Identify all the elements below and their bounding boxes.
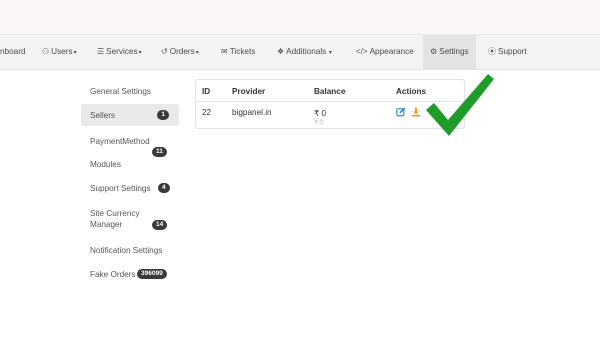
nav-appearance-label: Appearance — [369, 47, 414, 56]
support-icon: ⦿ — [488, 47, 496, 56]
count-badge: 14 — [152, 220, 168, 230]
nav-services[interactable]: ☰ Services▾ — [97, 35, 142, 69]
caret-down-icon: ▾ — [138, 50, 142, 56]
caret-down-icon: ▾ — [73, 50, 77, 56]
nav-appearance[interactable]: </> Appearance — [356, 35, 414, 69]
sidebar-item-label: Notification Settings — [90, 246, 163, 255]
sidebar-item-label-line1: Site Currency — [90, 209, 140, 218]
top-navbar: nboard ⚇ Users▾ ☰ Services▾ ↺ Orders▾ ✉ Tick… — [0, 34, 600, 70]
sidebar-item-notification-settings[interactable]: Notification Settings — [81, 245, 179, 256]
nav-dashboard[interactable]: nboard — [0, 35, 26, 69]
top-banner — [0, 0, 600, 34]
sidebar-item-support-settings[interactable]: Support Settings 4 — [81, 183, 179, 194]
additionals-icon: ❖ — [277, 47, 285, 56]
cell-balance-sub: ₹ 0 — [314, 120, 323, 126]
gear-icon: ⚙ — [430, 47, 438, 56]
nav-additionals-label: Additionals — [286, 47, 327, 56]
sidebar-item-modules[interactable]: Modules — [81, 159, 179, 170]
download-icon[interactable] — [411, 107, 421, 117]
sidebar-item-fake-orders[interactable]: Fake Orders 396099 — [81, 269, 179, 280]
users-icon: ⚇ — [42, 47, 50, 56]
caret-down-icon: ▾ — [327, 50, 332, 56]
sidebar-item-label: Sellers — [90, 111, 116, 120]
cell-balance: ₹ 0 — [314, 109, 327, 118]
nav-dashboard-label: nboard — [0, 47, 26, 56]
count-badge: 1 — [157, 110, 169, 120]
sidebar-item-label: Modules — [90, 160, 121, 169]
nav-orders-label: Orders — [169, 47, 195, 56]
nav-support-label: Support — [498, 47, 527, 56]
count-badge: 4 — [158, 183, 170, 193]
sidebar-item-sellers[interactable]: Sellers 1 — [81, 104, 179, 126]
nav-tickets[interactable]: ✉ Tickets — [221, 35, 255, 69]
sidebar-item-label: General Settings — [90, 87, 151, 96]
nav-users-label: Users — [51, 47, 73, 56]
cell-id: 22 — [202, 108, 212, 117]
caret-down-icon: ▾ — [195, 50, 199, 56]
nav-services-label: Services — [106, 47, 138, 56]
nav-settings-label: Settings — [439, 47, 469, 56]
cell-provider: bigpanel.in — [232, 108, 272, 117]
count-badge: 396099 — [137, 269, 167, 279]
sidebar-item-label: Support Settings — [90, 184, 151, 193]
col-header-actions: Actions — [396, 87, 427, 96]
sidebar-item-general-settings[interactable]: General Settings — [81, 86, 179, 97]
sidebar-item-label: Fake Orders — [90, 270, 136, 279]
col-header-id: ID — [202, 87, 211, 96]
nav-orders[interactable]: ↺ Orders▾ — [161, 35, 199, 69]
count-badge: 11 — [152, 147, 167, 157]
edit-icon[interactable] — [396, 107, 406, 117]
col-header-provider: Provider — [232, 87, 266, 96]
tickets-icon: ✉ — [221, 47, 228, 56]
nav-settings[interactable]: ⚙ Settings — [423, 35, 476, 69]
services-icon: ☰ — [97, 47, 105, 56]
code-icon: </> — [356, 47, 368, 56]
nav-users[interactable]: ⚇ Users▾ — [42, 35, 77, 69]
orders-icon: ↺ — [161, 47, 168, 56]
sidebar-item-payment-method[interactable]: PaymentMethod 11 — [81, 136, 179, 160]
sidebar-item-site-currency-manager[interactable]: Site Currency Manager 14 — [81, 208, 179, 232]
nav-additionals[interactable]: ❖ Additionals ▾ — [277, 35, 332, 69]
sidebar-item-label: PaymentMethod — [90, 137, 150, 146]
checkmark-icon — [426, 74, 494, 136]
col-header-balance: Balance — [314, 87, 346, 96]
nav-support[interactable]: ⦿ Support — [488, 35, 527, 69]
nav-tickets-label: Tickets — [229, 47, 256, 56]
